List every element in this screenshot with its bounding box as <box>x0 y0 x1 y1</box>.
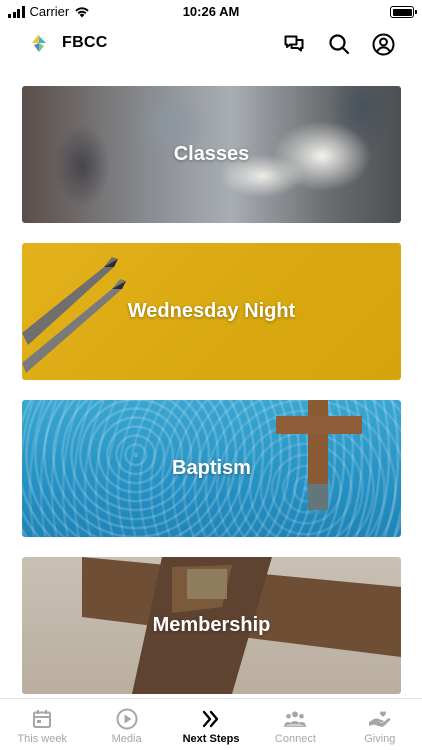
app-header: FBCC <box>0 24 422 64</box>
card-label-membership: Membership <box>152 614 271 636</box>
tab-label-giving: Giving <box>364 733 396 745</box>
card-label-wednesday-night: Wednesday Night <box>127 300 296 322</box>
calendar-icon <box>33 710 52 728</box>
tab-label-next-steps: Next Steps <box>182 733 240 745</box>
giving-hand-icon <box>368 711 391 727</box>
card-wednesday-night[interactable]: Wednesday Night <box>22 243 401 380</box>
card-label-classes: Classes <box>173 143 250 165</box>
card-label-baptism: Baptism <box>172 457 251 479</box>
group-icon <box>284 711 307 727</box>
chat-bubbles-icon <box>284 35 304 52</box>
tab-giving[interactable]: Giving <box>338 699 422 750</box>
account-button[interactable] <box>371 32 395 56</box>
tab-connect[interactable]: Connect <box>253 699 337 750</box>
search-button[interactable] <box>327 32 351 56</box>
status-time: 10:26 AM <box>182 4 240 19</box>
church-logo-icon <box>32 34 46 52</box>
battery-icon <box>390 6 417 18</box>
tab-next-steps[interactable]: Next Steps <box>169 699 253 750</box>
tab-label-media: Media <box>111 733 142 745</box>
status-bar: Carrier 10:26 AM <box>0 0 422 24</box>
double-chevron-icon <box>202 710 219 728</box>
card-membership[interactable]: Membership <box>22 557 401 694</box>
card-baptism[interactable]: Baptism <box>22 400 401 537</box>
play-icon <box>116 708 138 730</box>
tab-bar: This week Media Next Steps Connect Givin… <box>0 698 422 750</box>
tab-label-connect: Connect <box>274 733 316 745</box>
card-classes[interactable]: Classes <box>22 86 401 223</box>
search-icon <box>329 34 350 55</box>
tab-label-this-week: This week <box>17 733 67 745</box>
messages-button[interactable] <box>282 32 306 56</box>
tab-media[interactable]: Media <box>84 699 168 750</box>
account-icon <box>372 33 394 55</box>
app-title: FBCC <box>62 34 108 51</box>
tab-this-week[interactable]: This week <box>0 699 84 750</box>
